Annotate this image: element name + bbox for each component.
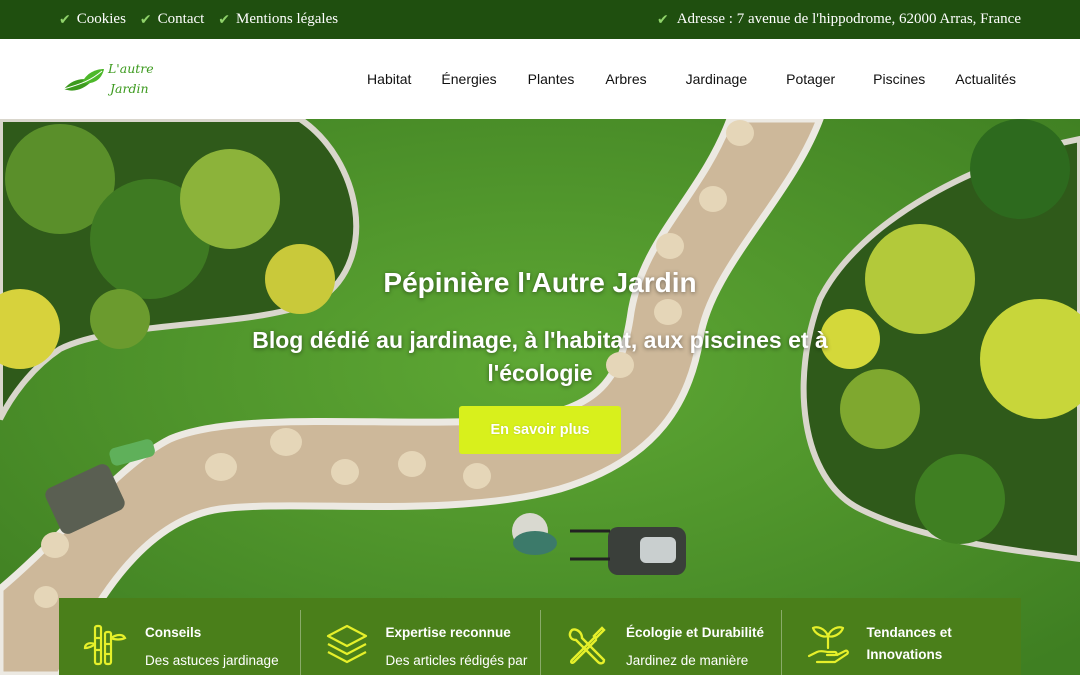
feature-text: Des articles rédigés par <box>385 653 528 668</box>
site-header: L'autre Jardin Habitat Énergies Plantes … <box>0 39 1080 119</box>
hero-section: Pépinière l'Autre Jardin Blog dédié au j… <box>0 119 1080 675</box>
logo-line-2: Jardin <box>110 81 149 96</box>
main-nav: Habitat Énergies Plantes Arbres Jardinag… <box>367 39 1016 119</box>
feature-text: Des astuces jardinage <box>145 653 279 668</box>
feature-title: Conseils <box>145 625 202 640</box>
nav-item-arbres[interactable]: Arbres <box>605 71 646 87</box>
plant-hand-icon <box>807 626 849 664</box>
top-links: ✔ Cookies ✔ Contact ✔ Mentions légales <box>59 11 338 28</box>
check-icon: ✔ <box>656 11 669 28</box>
bamboo-icon <box>83 624 127 666</box>
feature-expertise: Expertise reconnue Des articles rédigés … <box>299 598 541 675</box>
garden-background-image <box>0 119 1080 675</box>
legal-notice-link[interactable]: ✔ Mentions légales <box>218 11 338 28</box>
legal-notice-label: Mentions légales <box>236 11 339 27</box>
logo-line-1: L'autre <box>108 61 154 76</box>
check-icon: ✔ <box>139 11 152 28</box>
feature-title: Tendances et Innovations <box>866 625 952 662</box>
cookies-label: Cookies <box>76 11 126 27</box>
check-icon: ✔ <box>59 11 71 28</box>
nav-item-piscines[interactable]: Piscines <box>873 71 925 87</box>
feature-title: Expertise reconnue <box>385 625 511 640</box>
feature-advice: Conseils Des astuces jardinage <box>59 598 300 675</box>
tools-icon <box>568 626 606 665</box>
address: ✔ Adresse : 7 avenue de l'hippodrome, 62… <box>657 11 1021 28</box>
features-bar: Conseils Des astuces jardinage Expertise… <box>59 598 1021 675</box>
nav-item-energies[interactable]: Énergies <box>441 71 496 87</box>
nav-item-actualites[interactable]: Actualités <box>955 71 1016 87</box>
layers-icon <box>326 624 367 664</box>
cookies-link[interactable]: ✔ Cookies <box>59 11 126 28</box>
feature-text: Jardinez de manière <box>626 653 749 668</box>
feature-trends: Tendances et Innovations <box>780 598 1022 675</box>
contact-label: Contact <box>157 11 205 27</box>
feature-title: Écologie et Durabilité <box>626 625 765 640</box>
feature-ecology: Écologie et Durabilité Jardinez de maniè… <box>540 598 781 675</box>
nav-item-jardinage[interactable]: Jardinage <box>686 71 748 87</box>
nav-item-plantes[interactable]: Plantes <box>528 71 575 87</box>
check-icon: ✔ <box>218 11 231 28</box>
hero-title: Pépinière l'Autre Jardin <box>383 267 697 298</box>
site-logo[interactable]: L'autre Jardin <box>62 57 162 101</box>
hero-subtitle: Blog dédié au jardinage, à l'habitat, au… <box>252 327 828 386</box>
top-bar: ✔ Cookies ✔ Contact ✔ Mentions légales ✔… <box>0 0 1080 39</box>
logo-text: L'autre Jardin <box>108 59 160 99</box>
nav-item-potager[interactable]: Potager <box>786 71 835 87</box>
address-text: Adresse : 7 avenue de l'hippodrome, 6200… <box>676 11 1021 27</box>
learn-more-button[interactable]: En savoir plus <box>459 406 621 454</box>
contact-link[interactable]: ✔ Contact <box>140 11 204 28</box>
leaf-logo-icon <box>63 69 104 91</box>
nav-item-habitat[interactable]: Habitat <box>367 71 411 87</box>
